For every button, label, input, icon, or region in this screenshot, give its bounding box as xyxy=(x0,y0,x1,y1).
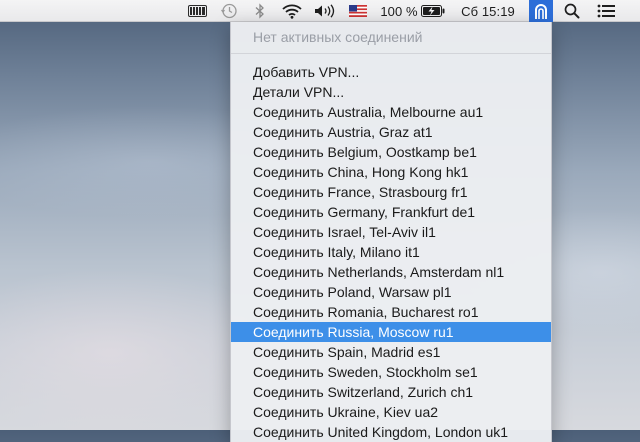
menu-item-add-vpn[interactable]: Добавить VPN... xyxy=(231,62,551,82)
menu-item-connect-it1[interactable]: Соединить Italy, Milano it1 xyxy=(231,242,551,262)
menu-item-connect-ro1[interactable]: Соединить Romania, Bucharest ro1 xyxy=(231,302,551,322)
menu-item-connect-se1[interactable]: Соединить Sweden, Stockholm se1 xyxy=(231,362,551,382)
notification-center-icon[interactable] xyxy=(594,0,618,22)
vpn-icon[interactable] xyxy=(529,0,553,22)
menu-item-connect-es1[interactable]: Соединить Spain, Madrid es1 xyxy=(231,342,551,362)
vpn-menu-list: Добавить VPN... Детали VPN... Соединить … xyxy=(231,62,551,442)
menu-item-connect-de1[interactable]: Соединить Germany, Frankfurt de1 xyxy=(231,202,551,222)
menu-item-connect-ru1[interactable]: Соединить Russia, Moscow ru1 xyxy=(231,322,551,342)
vpn-status-header: Нет активных соединений xyxy=(253,29,423,45)
menu-item-connect-be1[interactable]: Соединить Belgium, Oostkamp be1 xyxy=(231,142,551,162)
menu-item-connect-fr1[interactable]: Соединить France, Strasbourg fr1 xyxy=(231,182,551,202)
menu-separator xyxy=(231,53,551,54)
us-flag-input-icon[interactable] xyxy=(348,0,368,22)
battery-status-icon[interactable] xyxy=(186,0,210,22)
wifi-icon[interactable] xyxy=(280,0,304,22)
battery-icon[interactable] xyxy=(420,0,446,22)
spotlight-search-icon[interactable] xyxy=(561,0,583,22)
vpn-dropdown-menu: Нет активных соединений Добавить VPN... … xyxy=(230,22,552,442)
time-machine-icon[interactable] xyxy=(218,0,240,22)
menu-item-connect-au1[interactable]: Соединить Australia, Melbourne au1 xyxy=(231,102,551,122)
menu-item-connect-pl1[interactable]: Соединить Poland, Warsaw pl1 xyxy=(231,282,551,302)
menu-item-connect-ch1[interactable]: Соединить Switzerland, Zurich ch1 xyxy=(231,382,551,402)
menu-item-connect-hk1[interactable]: Соединить China, Hong Kong hk1 xyxy=(231,162,551,182)
battery-percent: 100 % xyxy=(380,3,418,19)
clock[interactable]: Сб 15:19 xyxy=(454,0,522,22)
bluetooth-icon[interactable] xyxy=(252,0,268,22)
menu-item-connect-uk1[interactable]: Соединить United Kingdom, London uk1 xyxy=(231,422,551,442)
menu-bar: 100 % Сб 15:19 xyxy=(0,0,640,22)
menu-item-connect-nl1[interactable]: Соединить Netherlands, Amsterdam nl1 xyxy=(231,262,551,282)
menu-item-connect-il1[interactable]: Соединить Israel, Tel-Aviv il1 xyxy=(231,222,551,242)
menu-item-connect-at1[interactable]: Соединить Austria, Graz at1 xyxy=(231,122,551,142)
menu-item-connect-ua2[interactable]: Соединить Ukraine, Kiev ua2 xyxy=(231,402,551,422)
menu-item-vpn-details[interactable]: Детали VPN... xyxy=(231,82,551,102)
volume-icon[interactable] xyxy=(313,0,337,22)
